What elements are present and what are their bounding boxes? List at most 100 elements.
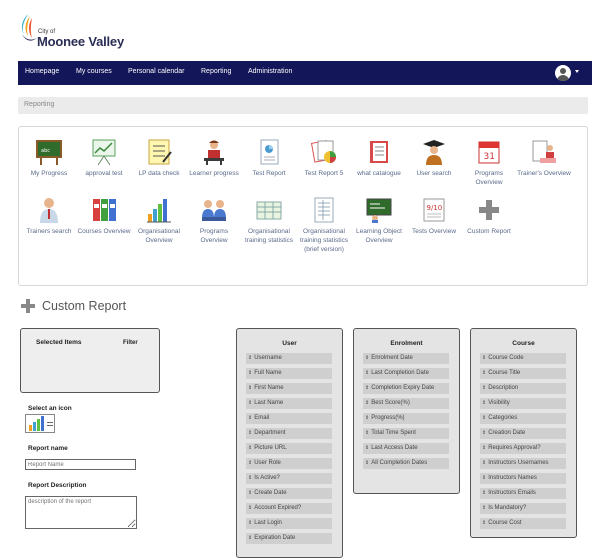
selected-items-dropzone[interactable]: Selected Items Filter	[20, 328, 160, 393]
selected-items-label: Selected Items	[36, 339, 82, 346]
field-item[interactable]: ⇕ Course Code	[480, 353, 566, 364]
report-tile-label: Learning Object Overview	[356, 228, 402, 244]
field-item[interactable]: ⇕ Total Time Spent	[363, 428, 449, 439]
nav-item-homepage[interactable]: Homepage	[25, 68, 59, 75]
field-item[interactable]: ⇕ Create Date	[246, 488, 332, 499]
field-item[interactable]: ⇕ Picture URL	[246, 443, 332, 454]
report-tile[interactable]: Organisational training statistics (brie…	[296, 196, 352, 254]
field-item[interactable]: ⇕ Course Cost	[480, 518, 566, 529]
field-item[interactable]: ⇕ Visibility	[480, 398, 566, 409]
icon-picker-toggle-icon[interactable]	[47, 422, 53, 426]
field-item[interactable]: ⇕ Is Active?	[246, 473, 332, 484]
report-tile[interactable]: 9/10 Tests Overview	[406, 196, 462, 236]
report-tile-label: Courses Overview	[77, 228, 131, 235]
site-logo[interactable]: City of Moonee Valley	[18, 12, 148, 52]
user-avatar-icon[interactable]	[555, 65, 571, 81]
custom-report-title: Custom Report	[42, 299, 127, 313]
report-tile[interactable]: Learning Object Overview	[351, 196, 407, 245]
report-tile-label: Trainers search	[26, 228, 72, 235]
test-score-icon: 9/10	[423, 198, 445, 222]
plus-icon	[21, 299, 35, 313]
calendar-icon: 31	[478, 141, 500, 164]
report-tile-label: what catalogue	[357, 170, 401, 177]
column-title: User	[282, 340, 297, 347]
field-item[interactable]: ⇕ Enrolment Date	[363, 353, 449, 364]
report-name-input[interactable]	[25, 459, 136, 470]
field-item[interactable]: ⇕ Last Name	[246, 398, 332, 409]
column-title: Course	[512, 340, 535, 347]
field-item[interactable]: ⇕ User Role	[246, 458, 332, 469]
field-item[interactable]: ⇕ Username	[246, 353, 332, 364]
breadcrumb-item-reporting[interactable]: Reporting	[24, 101, 54, 108]
select-icon-label: Select an icon	[28, 405, 72, 412]
report-tile-label: approval test	[85, 170, 123, 177]
field-item[interactable]: ⇕ Requires Approval?	[480, 443, 566, 454]
report-tile[interactable]: User search	[406, 138, 462, 178]
report-tile[interactable]: Organisational Overview	[131, 196, 187, 245]
report-tile[interactable]: Trainer's Overview	[516, 138, 572, 178]
report-tile[interactable]: 31 Programs Overview	[461, 138, 517, 187]
report-tile-label: Organisational training statistics (brie…	[299, 228, 349, 253]
field-item[interactable]: ⇕ Categories	[480, 413, 566, 424]
field-item[interactable]: ⇕ Completion Expiry Date	[363, 383, 449, 394]
field-item[interactable]: ⇕ All Completion Dates	[363, 458, 449, 469]
report-tile[interactable]: LP data check	[131, 138, 187, 178]
field-item[interactable]: ⇕ Instructors Names	[480, 473, 566, 484]
report-tile[interactable]: what catalogue	[351, 138, 407, 178]
trainer-icon	[532, 140, 556, 163]
svg-text:9/10: 9/10	[427, 204, 443, 212]
field-item[interactable]: ⇕ Instructors Emails	[480, 488, 566, 499]
field-item[interactable]: ⇕ Creation Date	[480, 428, 566, 439]
field-item[interactable]: ⇕ Last Access Date	[363, 443, 449, 454]
breadcrumb: Reporting	[18, 97, 588, 114]
field-item[interactable]: ⇕ Expiration Date	[246, 533, 332, 544]
field-item[interactable]: ⇕ Best Score(%)	[363, 398, 449, 409]
logo-name-text: Moonee Valley	[37, 34, 124, 49]
icon-picker[interactable]	[25, 414, 55, 433]
checklist-icon	[148, 139, 172, 165]
field-item[interactable]: ⇕ Full Name	[246, 368, 332, 379]
report-description-input[interactable]	[25, 496, 137, 529]
report-tile[interactable]: Programs Overview	[186, 196, 242, 245]
graduate-icon	[423, 140, 445, 165]
field-item[interactable]: ⇕ Email	[246, 413, 332, 424]
logo-swirl-icon	[21, 14, 37, 41]
nav-item-my-courses[interactable]: My courses	[76, 68, 112, 75]
bar-chart-icon	[29, 416, 44, 431]
report-tile[interactable]: Courses Overview	[76, 196, 132, 236]
report-tile[interactable]: Test Report	[241, 138, 297, 178]
report-tile[interactable]: Learner progress	[186, 138, 242, 178]
report-tile[interactable]: approval test	[76, 138, 132, 178]
learning-board-icon	[366, 198, 392, 223]
field-item[interactable]: ⇕ Course Title	[480, 368, 566, 379]
easel-chart-icon	[92, 139, 116, 166]
report-tile[interactable]: Test Report 5	[296, 138, 352, 178]
nav-item-reporting[interactable]: Reporting	[201, 68, 231, 75]
report-tile[interactable]: Trainers search	[21, 196, 77, 236]
field-item[interactable]: ⇕ Is Mandatory?	[480, 503, 566, 514]
report-tile-label: Trainer's Overview	[517, 170, 571, 177]
report-tile[interactable]: Custom Report	[461, 196, 517, 236]
field-item[interactable]: ⇕ Instructors Usernames	[480, 458, 566, 469]
field-item[interactable]: ⇕ Last Completion Date	[363, 368, 449, 379]
field-item[interactable]: ⇕ Description	[480, 383, 566, 394]
field-item[interactable]: ⇕ Progress(%)	[363, 413, 449, 424]
field-item[interactable]: ⇕ Last Login	[246, 518, 332, 529]
svg-text:abc: abc	[41, 148, 50, 154]
report-tile-label: Organisational Overview	[138, 228, 180, 244]
group-icon	[202, 200, 226, 221]
column-title: Enrolment	[390, 340, 423, 347]
report-tile-label: Test Report 5	[304, 170, 344, 177]
reports-panel: abc My Progress approval test LP data ch…	[18, 126, 588, 286]
report-tile-label: Custom Report	[467, 228, 511, 235]
report-tile-label: Learner progress	[189, 170, 239, 177]
user-menu-caret-icon[interactable]	[575, 70, 579, 73]
report-tile[interactable]: Organisational training statistics	[241, 196, 297, 245]
field-item[interactable]: ⇕ First Name	[246, 383, 332, 394]
field-item[interactable]: ⇕ Account Expired?	[246, 503, 332, 514]
report-tile[interactable]: abc My Progress	[21, 138, 77, 178]
nav-item-administration[interactable]: Administration	[248, 68, 292, 75]
nav-item-personal-calendar[interactable]: Personal calendar	[128, 68, 184, 75]
bar-chart-icon	[147, 199, 171, 223]
field-item[interactable]: ⇕ Department	[246, 428, 332, 439]
